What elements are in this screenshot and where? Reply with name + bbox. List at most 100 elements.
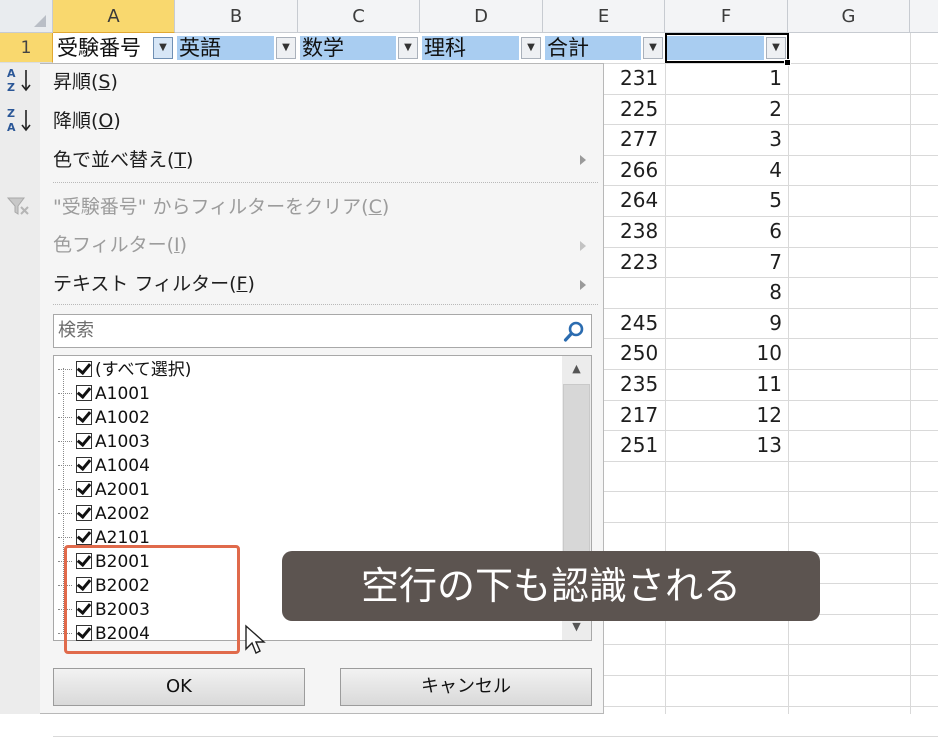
column-header-a[interactable]: A [53,0,175,33]
filter-dropdown-e-button[interactable]: ▼ [643,37,663,59]
tree-connector [58,537,72,538]
tree-connector [58,489,72,490]
column-header-e[interactable]: E [543,0,665,33]
cell-f4[interactable]: 3 [666,124,782,154]
cell-f9[interactable]: 8 [666,277,782,307]
cell-e2[interactable]: 231 [620,63,665,93]
cell-f6[interactable]: 5 [666,185,782,215]
sort-descending-icon: Z A [6,106,36,138]
search-input[interactable]: 検索 [53,314,592,348]
svg-text:A: A [7,67,16,80]
filter-list-item[interactable]: A1003 [58,430,150,454]
cell-e14[interactable]: 251 [620,430,665,460]
svg-text:A: A [7,121,16,134]
column-header-h-partial[interactable] [910,0,938,33]
cell-e12[interactable]: 235 [620,369,665,399]
filter-list-item-label: A1001 [95,384,150,404]
cancel-button[interactable]: キャンセル [340,668,592,706]
header-cell-b1-text: 英語 [179,36,221,60]
menu-sort-by-color[interactable]: 色で並べ替え(T) [53,144,193,176]
cell-e11[interactable]: 250 [620,338,665,368]
menu-separator [53,182,598,183]
checkbox-checked-icon[interactable] [76,529,92,545]
header-cell-b1[interactable]: 英語 ▼ [175,33,298,63]
cell-e7[interactable]: 238 [620,216,665,246]
submenu-arrow-icon [580,155,586,165]
menu-separator [53,304,598,305]
header-cell-d1[interactable]: 理科 ▼ [420,33,543,63]
cell-f3[interactable]: 2 [666,94,782,124]
cell-e6[interactable]: 264 [620,185,665,215]
header-cell-e1[interactable]: 合計 ▼ [543,33,665,63]
header-cell-c1[interactable]: 数学 ▼ [298,33,420,63]
cell-f8[interactable]: 7 [666,247,782,277]
column-header-g[interactable]: G [788,0,910,33]
filter-list-item-label: A1003 [95,432,150,452]
header-cell-a1[interactable]: 受験番号 ▼ [53,33,175,63]
filter-list-item[interactable]: A2002 [58,502,150,526]
tree-connector [58,513,72,514]
menu-color-filter[interactable]: 色フィルター(I) [53,229,187,261]
cell-e13[interactable]: 217 [620,400,665,430]
column-header-f[interactable]: F [665,0,788,33]
filter-list-item[interactable]: A1002 [58,406,150,430]
cell-e10[interactable]: 245 [620,308,665,338]
filter-dropdown-a-button[interactable]: ▼ [153,37,173,59]
cell-e8[interactable]: 223 [620,247,665,277]
select-all-corner[interactable] [0,0,53,33]
checkbox-checked-icon[interactable] [76,385,92,401]
cell-f13[interactable]: 12 [666,400,782,430]
filter-dropdown-b-button[interactable]: ▼ [276,37,296,59]
cell-f11[interactable]: 10 [666,338,782,368]
ok-button[interactable]: OK [53,668,305,706]
header-cell-d1-text: 理科 [424,36,466,60]
svg-text:Z: Z [7,107,15,120]
menu-icon-column [0,63,40,714]
menu-sort-ascending[interactable]: 昇順(S) [53,66,118,98]
filter-list-item-label: A2001 [95,480,150,500]
filter-list-item[interactable]: A1001 [58,382,150,406]
filter-dropdown-d-button[interactable]: ▼ [521,37,541,59]
column-header-b[interactable]: B [175,0,298,33]
checkbox-checked-icon[interactable] [76,433,92,449]
checkbox-checked-icon[interactable] [76,505,92,521]
cell-f10[interactable]: 9 [666,308,782,338]
tree-connector [58,417,72,418]
search-icon[interactable] [563,321,585,347]
row-header-1[interactable]: 1 [0,33,53,63]
active-cell-border [665,33,789,63]
cell-f12[interactable]: 11 [666,369,782,399]
filter-list-item[interactable]: A2001 [58,478,150,502]
tree-connector [58,441,72,442]
cell-e5[interactable]: 266 [620,155,665,185]
menu-text-filter[interactable]: テキスト フィルター(F) [53,268,255,300]
filter-list-item-label: A1002 [95,408,150,428]
submenu-arrow-icon [580,280,586,290]
cell-e9[interactable] [620,277,665,307]
cell-f14[interactable]: 13 [666,430,782,460]
filter-list-item[interactable]: (すべて選択) [58,358,191,382]
fill-handle[interactable] [784,59,791,66]
highlight-box [64,545,240,654]
checkbox-checked-icon[interactable] [76,457,92,473]
filter-list-item[interactable]: A1004 [58,454,150,478]
checkbox-checked-icon[interactable] [76,409,92,425]
column-header-d[interactable]: D [420,0,543,33]
checkbox-checked-icon[interactable] [76,481,92,497]
cell-f2[interactable]: 1 [666,63,782,93]
checkbox-checked-icon[interactable] [76,361,92,377]
filter-list-item-label: A2002 [95,504,150,524]
column-header-c[interactable]: C [298,0,420,33]
menu-clear-filter[interactable]: "受験番号" からフィルターをクリア(C) [53,191,389,223]
cell-e3[interactable]: 225 [620,94,665,124]
filter-dropdown-c-button[interactable]: ▼ [398,37,418,59]
scroll-down-icon[interactable]: ▼ [562,620,591,633]
menu-sort-descending[interactable]: 降順(O) [53,105,121,137]
cell-f5[interactable]: 4 [666,155,782,185]
sort-ascending-icon: A Z [6,66,36,98]
header-cell-e1-text: 合計 [547,36,589,60]
cell-f7[interactable]: 6 [666,216,782,246]
svg-text:Z: Z [7,81,15,94]
scroll-up-icon[interactable]: ▲ [562,362,591,375]
cell-e4[interactable]: 277 [620,124,665,154]
